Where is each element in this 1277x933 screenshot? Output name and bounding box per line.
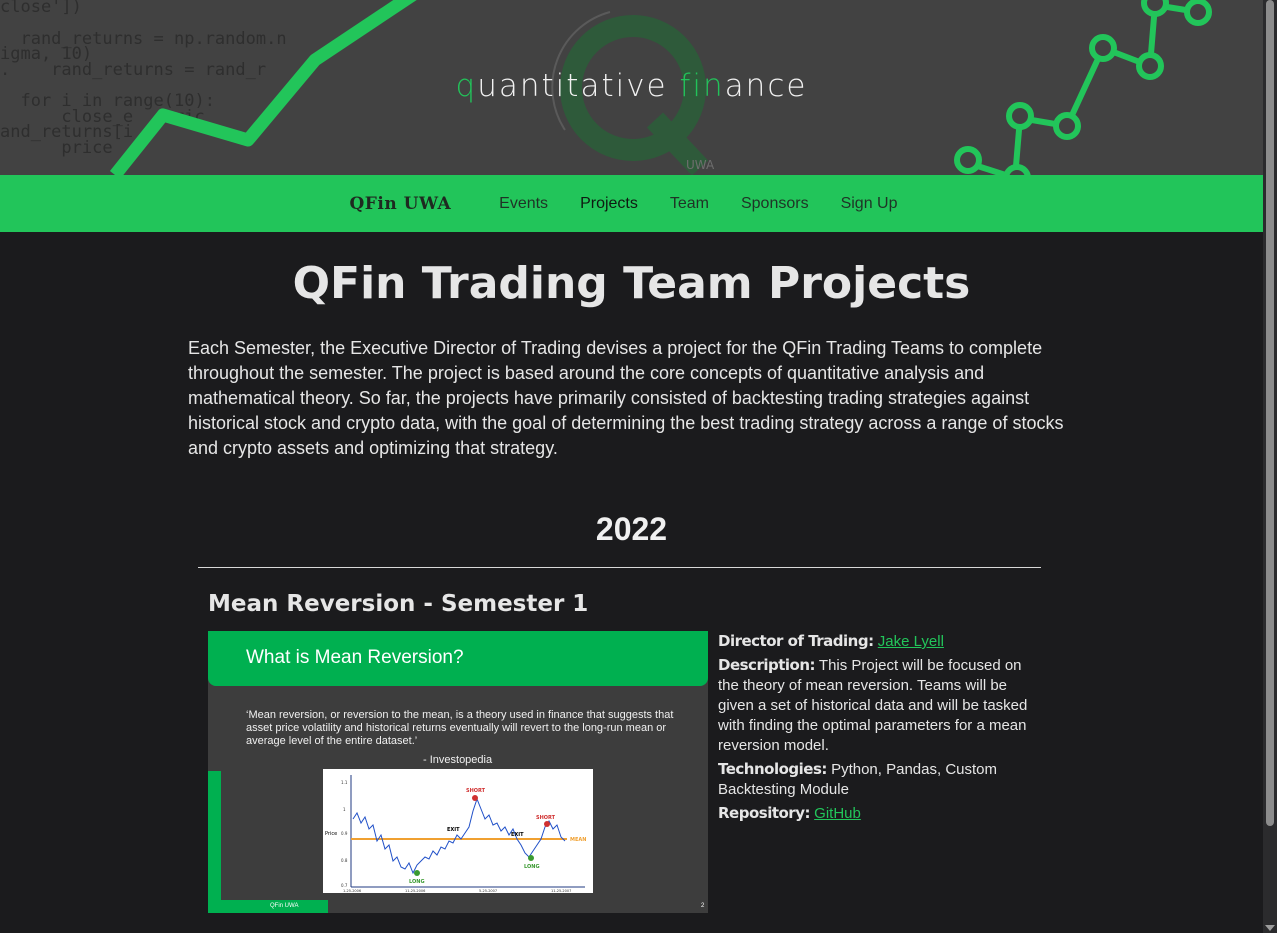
repository-row: Repository: GitHub [718,803,1038,824]
long-label: LONG [524,864,540,870]
short-marker [472,795,478,801]
nav-item-team[interactable]: Team [670,195,709,213]
exit-label: EXIT [447,827,460,833]
chart-node [1053,112,1081,140]
x-tick: 11-25-2006 [405,889,425,893]
logo-fin: fin [679,68,725,104]
chart-node [954,146,982,174]
director-row: Director of Trading: Jake Lyell [718,631,1038,652]
slide-footer: QFin UWA [270,903,299,909]
slide-header: What is Mean Reversion? [208,631,708,686]
site-logo: quantitative finance [0,68,1263,104]
chart-node [1003,164,1031,175]
repository-link[interactable]: GitHub [814,805,861,822]
slide-accent-bar [208,771,221,913]
exit-label: EXIT [511,832,524,838]
nav-item-events[interactable]: Events [499,195,548,213]
project-slide-image: What is Mean Reversion? ‘Mean reversion,… [208,631,708,913]
project-title: Mean Reversion - Semester 1 [208,591,589,617]
technologies-label: Technologies: [718,760,827,778]
repository-label: Repository: [718,804,811,822]
nav-brand[interactable]: QFin UWA [350,194,452,214]
long-marker [528,855,534,861]
logo-quantitative: uantitative [477,68,680,104]
price-series [352,797,566,875]
mean-reversion-chart: Price 1.1 1 0.9 0.8 0.7 1-25-2006 11-25-… [325,775,586,893]
y-axis-label: Price [325,831,337,837]
short-label: SHORT [466,788,486,794]
director-link[interactable]: Jake Lyell [878,633,944,650]
long-label: LONG [409,879,425,885]
slide-accent-bar [208,900,328,913]
chart-node [1089,34,1117,62]
chart-node [1184,0,1212,26]
nav-item-projects[interactable]: Projects [580,195,638,213]
divider [198,567,1041,568]
intro-paragraph: Each Semester, the Executive Director of… [188,338,1064,458]
logo-ance: ance [724,68,808,104]
y-tick: 1 [343,807,346,812]
navbar: QFin UWA Events Projects Team Sponsors S… [0,175,1263,232]
description-label: Description: [718,656,816,674]
mean-label: MEAN [570,837,586,843]
header-banner: close']) rand_returns = np.random.n igma… [0,0,1263,175]
nav-item-sponsors[interactable]: Sponsors [741,195,809,213]
project-details: Director of Trading: Jake Lyell Descript… [718,631,1038,827]
technologies-row: Technologies: Python, Pandas, Custom Bac… [718,759,1038,800]
description-row: Description: This Project will be focuse… [718,655,1038,756]
long-marker [414,870,420,876]
nav-item-sign-up[interactable]: Sign Up [841,195,898,213]
x-tick: 1-25-2006 [343,889,361,893]
logo-q: q [455,68,478,104]
slide-page-number: 2 [701,903,705,909]
scrollbar-thumb[interactable] [1266,0,1274,826]
y-tick: 1.1 [341,780,348,785]
chart-node [1006,102,1034,130]
logo-uwa-text: UWA [686,158,715,172]
short-marker [544,821,550,827]
scroll-down-arrow-icon[interactable] [1265,925,1275,931]
y-tick: 0.8 [341,858,348,863]
slide-heading: What is Mean Reversion? [246,647,464,668]
page-title: QFin Trading Team Projects [292,258,971,309]
slide-quote: ‘Mean reversion, or reversion to the mea… [246,709,674,747]
y-tick: 0.9 [341,831,348,836]
x-tick: 5-25-2007 [479,889,497,893]
chart-node [1141,0,1169,17]
slide-attribution: - Investopedia [423,754,493,766]
page-scrollbar[interactable] [1263,0,1277,933]
x-tick: 11-25-2007 [551,889,571,893]
slide-chart: Price 1.1 1 0.9 0.8 0.7 1-25-2006 11-25-… [323,769,593,893]
y-tick: 0.7 [341,883,348,888]
director-label: Director of Trading: [718,632,874,650]
year-heading: 2022 [595,511,668,547]
short-label: SHORT [536,815,556,821]
